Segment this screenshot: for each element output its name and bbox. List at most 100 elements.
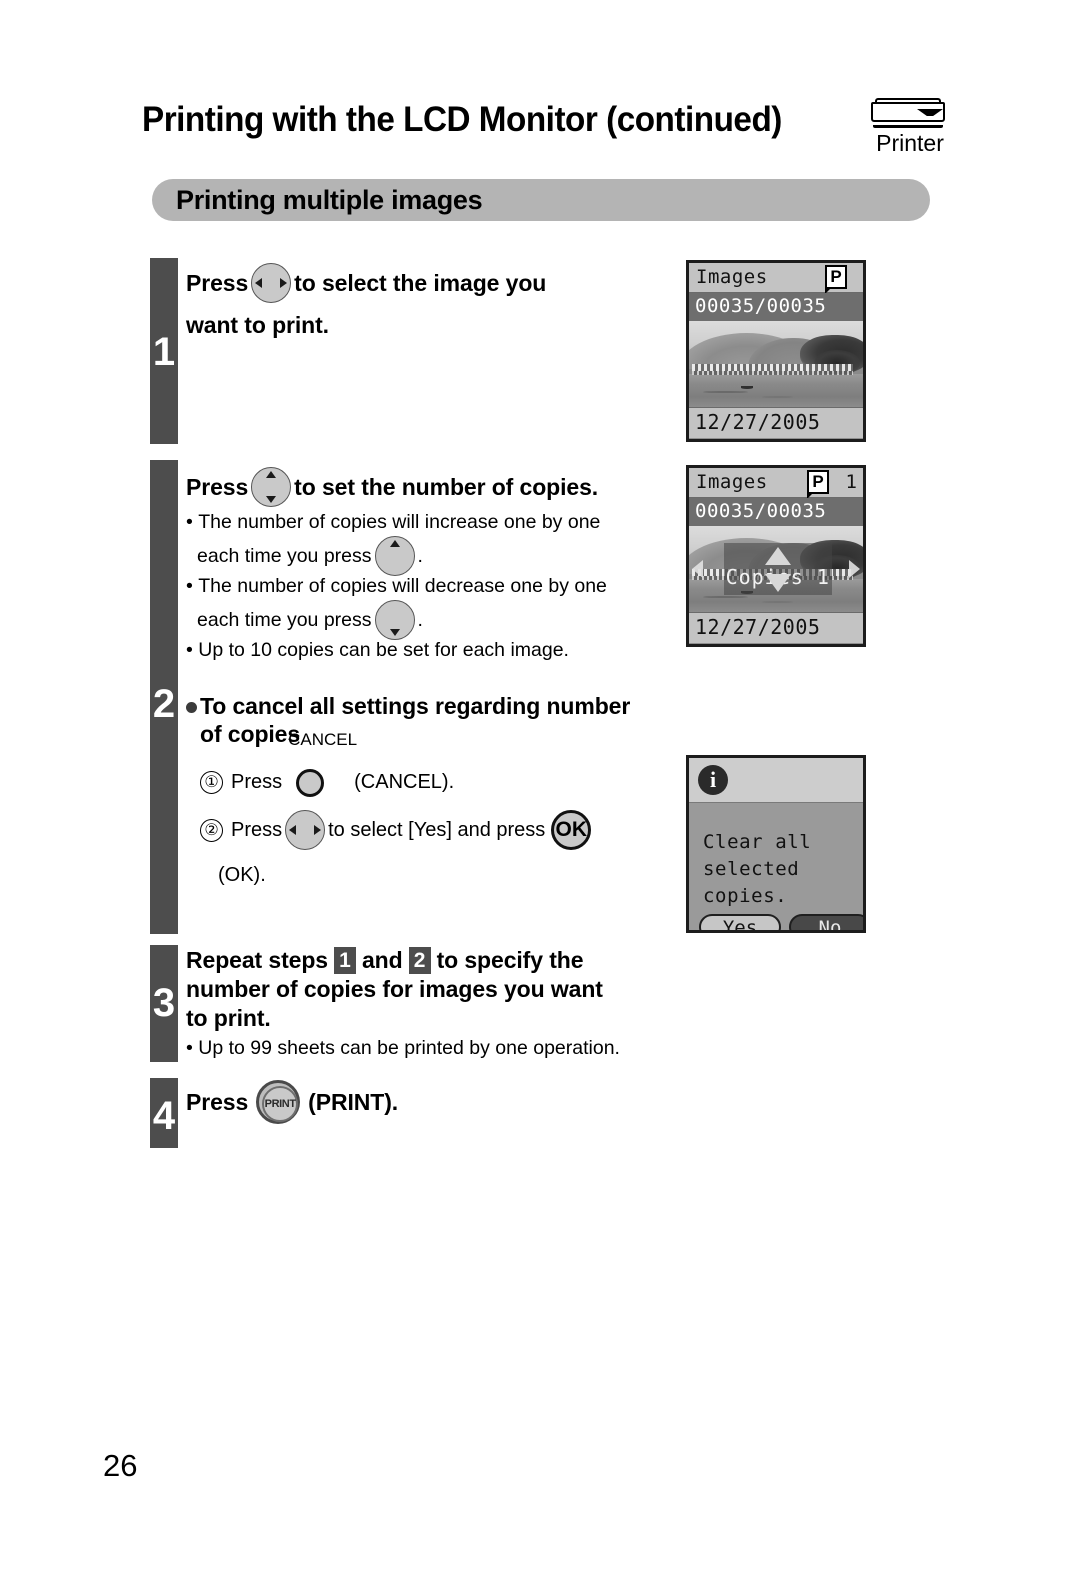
printer-icon — [871, 96, 949, 128]
four-way-left-right-button[interactable] — [251, 263, 292, 303]
bullet-3-text: Up to 10 copies can be set for each imag… — [198, 639, 569, 661]
print-button-label: PRINT — [262, 1086, 299, 1122]
lcd1-titlebar: Images P — [689, 263, 863, 294]
substep-1-text-b: (CANCEL). — [354, 771, 455, 793]
step-1-heading-line1: Press to select the image you — [186, 262, 656, 304]
step-3-bar: 3 — [150, 945, 178, 1062]
lcd2-datebar: 12/27/2005 — [689, 612, 863, 643]
step-4-head-after: (PRINT). — [308, 1089, 399, 1115]
step-1-head-after: to select the image you — [294, 270, 547, 296]
substep-1-text-a: Press — [231, 771, 283, 793]
print-button[interactable]: PRINT — [256, 1080, 301, 1124]
subheading-bullet-dot — [186, 702, 197, 714]
page-title: Printing with the LCD Monitor (continued… — [142, 100, 782, 139]
substep-2-text-a: Press — [231, 819, 283, 841]
four-way-up-down-button[interactable] — [251, 467, 292, 507]
lcd-confirm-dialog: i Clear all selected copies. Yes No — [686, 755, 866, 933]
lcd1-datebar: 12/27/2005 — [689, 407, 863, 438]
step-4-heading: Press PRINT (PRINT). — [186, 1080, 656, 1124]
lcd2-counter-bar: 00035/00035 — [689, 498, 863, 526]
page-number: 26 — [103, 1448, 138, 1483]
lcd2-prev-arrow-icon — [692, 560, 703, 578]
dialog-message: Clear all selected copies. — [703, 829, 863, 910]
dialog-yes-button[interactable]: Yes — [699, 914, 781, 930]
info-icon: i — [698, 765, 728, 795]
step-2-bullet-3: • Up to 10 copies can be set for each im… — [186, 639, 569, 661]
step-1-head-before: Press — [186, 270, 249, 296]
step-3-heading-line2: number of copies for images you want — [186, 976, 603, 1002]
bullet-2-text-c: . — [417, 609, 423, 631]
step-2-bar: 2 — [150, 460, 178, 934]
bullet-2-text-b: each time you press — [197, 609, 372, 631]
lcd2-counter: 00035/00035 — [695, 500, 827, 522]
lcd1-counter-bar: 00035/00035 — [689, 293, 863, 321]
substep-2-text-c: (OK). — [218, 864, 266, 886]
lcd1-photo — [689, 321, 863, 407]
step-1-number: 1 — [152, 330, 176, 374]
lcd1-counter: 00035/00035 — [695, 295, 827, 317]
dialog-message-line2: selected copies. — [703, 858, 800, 907]
lcd2-photo: Copies 1 — [689, 526, 863, 612]
lcd-screen-1: Images P 00035/00035 12/27/2005 — [686, 260, 866, 442]
step-3-bullet-text: Up to 99 sheets can be printed by one op… — [198, 1037, 620, 1059]
lcd2-p-badge: P — [807, 470, 829, 499]
step-2-subheading-line2: of copies — [200, 721, 301, 747]
inline-step-chip-2: 2 — [408, 947, 431, 974]
step-2-subheading-text1: To cancel all settings regarding number — [200, 693, 631, 719]
bullet-2-text: The number of copies will decrease one b… — [198, 575, 607, 597]
step-3-bullet-1: • Up to 99 sheets can be printed by one … — [186, 1037, 620, 1059]
step-2-head-before: Press — [186, 474, 249, 500]
dialog-titlebar: i — [689, 758, 863, 803]
section-header-bar: Printing multiple images — [152, 179, 930, 221]
step-4-head-before: Press — [186, 1089, 249, 1115]
step-4-bar: 4 — [150, 1078, 178, 1148]
step-3-heading-line1: Repeat steps 1 and 2 to specify the — [186, 946, 666, 975]
lcd2-titlebar: Images P 1 — [689, 468, 863, 499]
step-2-heading: Press to set the number of copies. — [186, 466, 656, 508]
step-3-number: 3 — [152, 981, 176, 1025]
step-3-head-c: to specify the — [436, 947, 584, 973]
step-1-bar: 1 — [150, 258, 178, 444]
lcd2-title: Images — [696, 471, 768, 493]
cancel-button[interactable] — [296, 768, 325, 797]
substep-1: ① Press CANCEL (CANCEL). — [200, 731, 660, 799]
step-2-subheading-line1: To cancel all settings regarding number — [186, 692, 656, 720]
printer-badge-label: Printer — [876, 130, 944, 156]
step-1-heading-line2: want to print. — [186, 312, 329, 338]
lcd-screen-2: Images P 1 00035/00035 Copies 1 12/27/20… — [686, 465, 866, 647]
bullet-1-text: The number of copies will increase one b… — [198, 511, 601, 533]
dialog-buttons: Yes No — [689, 911, 863, 930]
substep-2-marker: ② — [200, 818, 223, 842]
lcd2-date: 12/27/2005 — [695, 615, 821, 639]
lcd1-title: Images — [696, 266, 768, 288]
cancel-button-label: CANCEL — [288, 730, 358, 749]
lcd2-next-arrow-icon — [849, 560, 860, 578]
bullet-1-text-c: . — [417, 545, 423, 567]
lcd1-date: 12/27/2005 — [695, 410, 821, 434]
dialog-no-button[interactable]: No — [789, 914, 863, 930]
printer-badge: Printer — [855, 96, 965, 156]
ok-button[interactable]: OK — [551, 810, 592, 850]
step-4-number: 4 — [152, 1094, 176, 1138]
lcd2-copies-overlay: Copies 1 — [723, 543, 832, 595]
step-2-bullet-1-line1: • The number of copies will increase one… — [186, 511, 601, 533]
substep-1-marker: ① — [200, 770, 223, 794]
step-3-head-a: Repeat steps — [186, 947, 328, 973]
inline-step-chip-1: 1 — [333, 947, 356, 974]
step-3-head-b: and — [361, 947, 403, 973]
four-way-left-right-button[interactable] — [285, 810, 326, 850]
bullet-1-text-b: each time you press — [197, 545, 372, 567]
overlay-up-triangle-icon — [764, 547, 791, 566]
step-2-bullet-2-line1: • The number of copies will decrease one… — [186, 575, 607, 597]
step-3-heading-line3: to print. — [186, 1005, 271, 1031]
step-2-number: 2 — [152, 682, 176, 726]
overlay-down-triangle-icon — [764, 573, 791, 592]
substep-2: ② Press to select [Yes] and press OK — [200, 810, 660, 850]
lcd1-p-badge: P — [825, 265, 847, 294]
step-2-head-after: to set the number of copies. — [294, 474, 599, 500]
section-heading: Printing multiple images — [176, 185, 483, 215]
dialog-body: Clear all selected copies. — [689, 803, 863, 911]
lcd2-copy-count: 1 — [845, 471, 857, 493]
dialog-message-line1: Clear all — [703, 831, 812, 853]
substep-2-text-b: to select [Yes] and press — [328, 819, 546, 841]
